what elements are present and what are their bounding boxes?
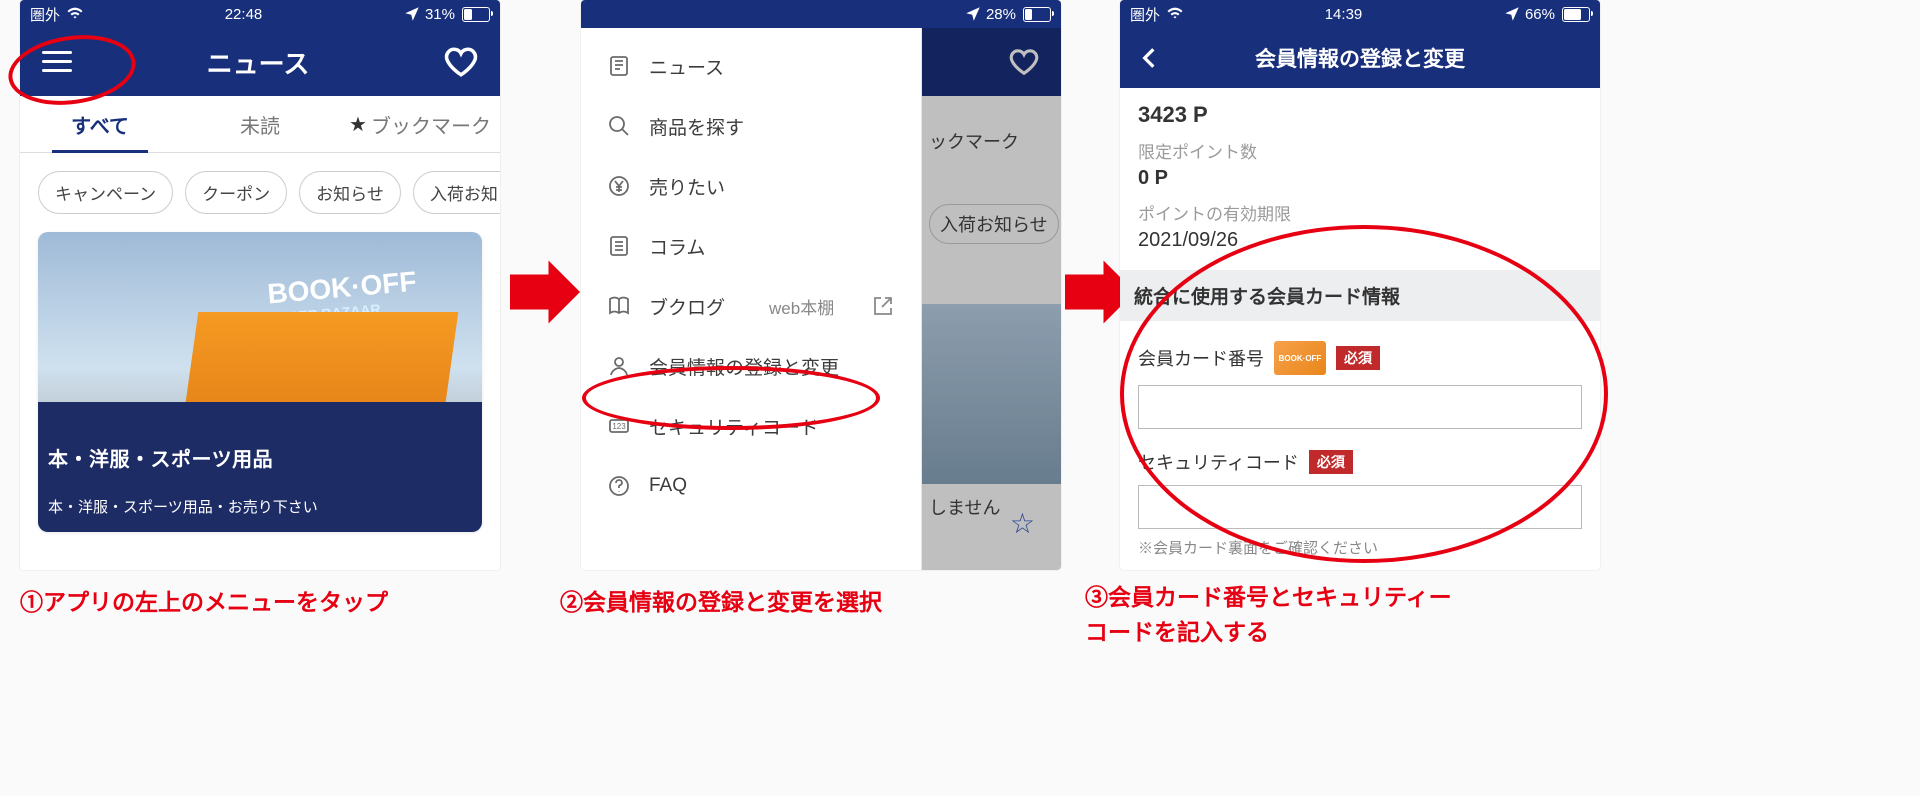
menu-label: 商品を探す — [649, 113, 744, 140]
status-battery-pct: 66% — [1525, 6, 1555, 23]
question-icon — [607, 474, 631, 498]
status-network: 圏外 — [30, 4, 60, 25]
tab-all[interactable]: すべて — [20, 96, 180, 152]
tab-unread[interactable]: 未読 — [180, 96, 340, 152]
status-bar: 28% — [581, 0, 1061, 28]
status-battery-pct: 28% — [986, 6, 1016, 23]
status-time: 22:48 — [84, 6, 403, 23]
battery-icon — [1020, 7, 1051, 22]
status-battery-pct: 31% — [425, 6, 455, 23]
news-tabs: すべて 未読 ★ブックマーク — [20, 96, 500, 153]
tab-unread-label: 未読 — [240, 110, 280, 139]
store-banner: 本・洋服・スポーツ用品 — [48, 443, 273, 472]
annotation-circle-member — [582, 366, 880, 430]
page-header: 会員情報の登録と変更 — [1120, 28, 1600, 88]
column-icon — [607, 234, 631, 258]
arrow-1-to-2 — [510, 257, 580, 327]
expire-label: ポイントの有効期限 — [1138, 200, 1582, 225]
chip-coupon[interactable]: クーポン — [185, 171, 287, 214]
news-card-image[interactable]: BOOK·OFFSUPER BAZAAR 本・洋服・スポーツ用品 本・洋服・スポ… — [38, 232, 482, 532]
wifi-icon — [1166, 5, 1184, 23]
drawer-scrim[interactable] — [921, 28, 1061, 570]
menu-label: コラム — [649, 233, 705, 260]
status-time: 14:39 — [1184, 6, 1503, 23]
menu-item-column[interactable]: コラム — [581, 216, 921, 276]
annotation-text-1: ①アプリの左上のメニューをタップ — [20, 585, 388, 620]
points-value: 3423 P — [1138, 102, 1582, 128]
location-icon — [964, 5, 982, 23]
yen-icon — [607, 174, 631, 198]
menu-item-search[interactable]: 商品を探す — [581, 96, 921, 156]
tab-bookmark-label: ブックマーク — [371, 110, 491, 139]
chip-stock[interactable]: 入荷お知らせ — [413, 171, 500, 214]
menu-item-booklog[interactable]: ブクログ web本棚 — [581, 276, 921, 336]
screen-drawer: 28% ックマーク 入荷お知らせ しません ☆ ニュース 商品を探す — [581, 0, 1061, 570]
external-icon — [871, 294, 895, 318]
wifi-icon — [66, 5, 84, 23]
filter-chips: キャンペーン クーポン お知らせ 入荷お知らせ — [20, 153, 500, 232]
battery-icon — [459, 7, 490, 22]
location-icon — [403, 5, 421, 23]
news-icon — [607, 54, 631, 78]
annotation-text-2: ②会員情報の登録と変更を選択 — [560, 585, 882, 620]
menu-sublabel: web本棚 — [769, 294, 834, 319]
annotation-text-3: ③会員カード番号とセキュリティーコードを記入する — [1085, 580, 1452, 649]
menu-label: FAQ — [649, 475, 687, 497]
back-icon[interactable] — [1136, 45, 1162, 71]
tab-all-label: すべて — [71, 110, 129, 139]
chip-notice[interactable]: お知らせ — [299, 171, 401, 214]
tab-bookmark[interactable]: ★ブックマーク — [340, 96, 500, 152]
favorite-icon[interactable] — [444, 45, 478, 79]
status-bar: 圏外 22:48 31% — [20, 0, 500, 28]
svg-text:123: 123 — [612, 422, 626, 431]
chip-campaign[interactable]: キャンペーン — [38, 171, 173, 214]
menu-label: ブクログ — [649, 293, 725, 320]
star-icon: ★ — [349, 112, 367, 137]
limited-points-label: 限定ポイント数 — [1138, 138, 1582, 163]
navigation-drawer: ニュース 商品を探す 売りたい コラム ブクログ web本棚 — [581, 28, 922, 570]
location-icon — [1503, 5, 1521, 23]
limited-points-value: 0 P — [1138, 167, 1582, 190]
store-banner-2: 本・洋服・スポーツ用品・お売り下さい — [48, 496, 318, 517]
annotation-circle-form — [1120, 225, 1608, 563]
menu-label: 売りたい — [649, 173, 725, 200]
battery-icon — [1559, 7, 1590, 22]
page-title: 会員情報の登録と変更 — [1168, 43, 1552, 73]
status-bar: 圏外 14:39 66% — [1120, 0, 1600, 28]
page-title: ニュース — [207, 44, 310, 81]
search-icon — [607, 114, 631, 138]
status-network: 圏外 — [1130, 4, 1160, 25]
menu-item-news[interactable]: ニュース — [581, 36, 921, 96]
menu-item-faq[interactable]: FAQ — [581, 456, 921, 516]
menu-label: ニュース — [649, 53, 724, 80]
book-icon — [607, 294, 631, 318]
menu-item-sell[interactable]: 売りたい — [581, 156, 921, 216]
